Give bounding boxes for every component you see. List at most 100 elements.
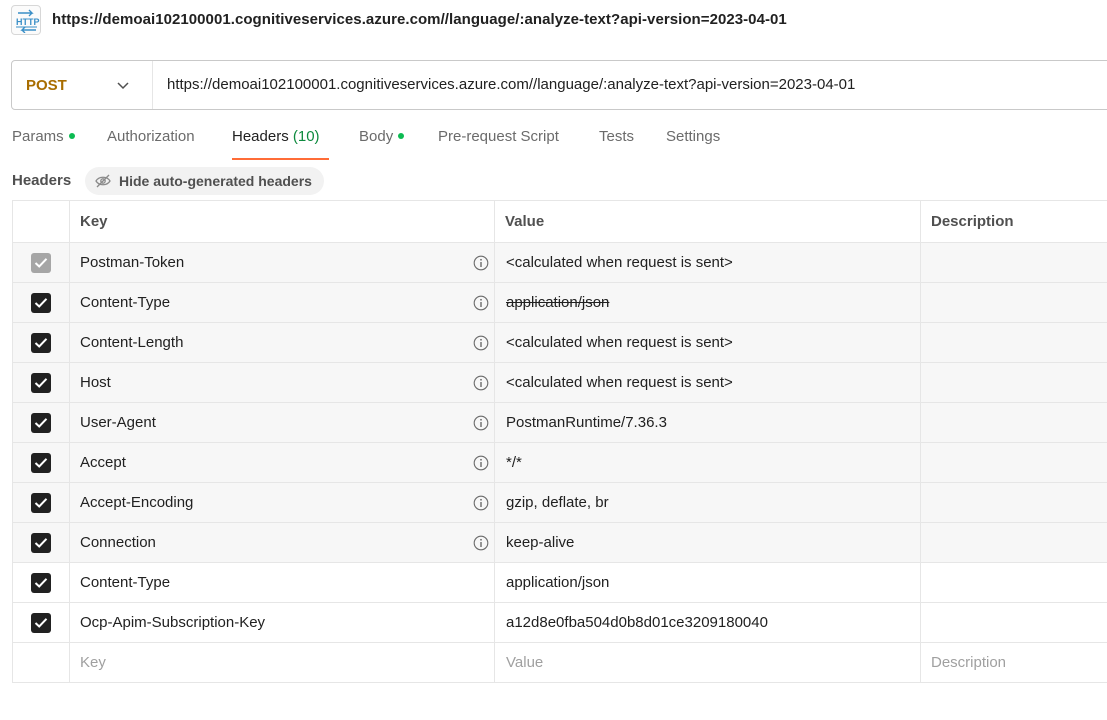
- header-key: Connection: [80, 534, 156, 551]
- checkmark-icon: [34, 297, 48, 308]
- row-checkbox-cell: [12, 362, 70, 403]
- new-row-checkbox-cell: [12, 642, 70, 683]
- header-description-cell[interactable]: [920, 602, 1107, 643]
- table-row: Ocp-Apim-Subscription-Key a12d8e0fba504d0…: [12, 602, 1107, 643]
- title-bar: HTTP https://demoai102100001.cognitivese…: [0, 0, 1107, 42]
- url-input[interactable]: https://demoai102100001.cognitiveservice…: [167, 76, 855, 93]
- header-description-cell[interactable]: [920, 442, 1107, 483]
- checkmark-icon: [34, 457, 48, 468]
- row-checkbox[interactable]: [31, 572, 51, 593]
- key-column-header: Key: [69, 200, 495, 243]
- info-icon[interactable]: [473, 335, 489, 355]
- tab-pre-request-script[interactable]: Pre-request Script: [438, 128, 559, 160]
- info-icon[interactable]: [473, 455, 489, 475]
- row-checkbox[interactable]: [31, 452, 51, 473]
- header-key: Host: [80, 374, 111, 391]
- tab-tests[interactable]: Tests: [599, 128, 634, 160]
- header-value-cell[interactable]: application/json: [494, 282, 921, 323]
- tab-label: Tests: [599, 128, 635, 145]
- new-value-input[interactable]: Value: [494, 642, 921, 683]
- header-value: <calculated when request is sent>: [506, 334, 733, 351]
- header-value: */*: [506, 454, 522, 471]
- row-checkbox-cell: [12, 282, 70, 323]
- row-checkbox[interactable]: [31, 412, 51, 433]
- header-description-cell[interactable]: [920, 282, 1107, 323]
- header-value-cell[interactable]: */*: [494, 442, 921, 483]
- header-value-cell[interactable]: <calculated when request is sent>: [494, 242, 921, 283]
- tab-label: Pre-request Script: [438, 128, 559, 145]
- checkmark-icon: [34, 537, 48, 548]
- header-value: gzip, deflate, br: [506, 494, 609, 511]
- method-label: POST: [26, 77, 67, 94]
- info-icon[interactable]: [473, 255, 489, 275]
- checkmark-icon: [34, 617, 48, 628]
- method-select[interactable]: POST: [12, 61, 153, 109]
- row-checkbox: [31, 252, 51, 273]
- header-key-cell[interactable]: Content-Length: [69, 322, 495, 363]
- header-key-cell[interactable]: Postman-Token: [69, 242, 495, 283]
- checkmark-icon: [34, 417, 48, 428]
- table-row: Content-Length <calculated when request i…: [12, 322, 1107, 363]
- header-description-cell[interactable]: [920, 362, 1107, 403]
- row-checkbox[interactable]: [31, 532, 51, 553]
- new-key-input[interactable]: Key: [69, 642, 495, 683]
- header-description-cell[interactable]: [920, 522, 1107, 563]
- row-checkbox[interactable]: [31, 612, 51, 633]
- table-row: Postman-Token <calculated when request is…: [12, 242, 1107, 283]
- tab-settings[interactable]: Settings: [666, 128, 720, 160]
- header-key-cell[interactable]: Ocp-Apim-Subscription-Key: [69, 602, 495, 643]
- new-description-input[interactable]: Description: [920, 642, 1107, 683]
- info-icon[interactable]: [473, 375, 489, 395]
- header-value-cell[interactable]: a12d8e0fba504d0b8d01ce3209180040: [494, 602, 921, 643]
- header-value-cell[interactable]: <calculated when request is sent>: [494, 362, 921, 403]
- checkmark-icon: [34, 337, 48, 348]
- info-icon[interactable]: [473, 295, 489, 315]
- header-key-cell[interactable]: Accept: [69, 442, 495, 483]
- header-value: application/json: [506, 294, 610, 311]
- header-description-cell[interactable]: [920, 562, 1107, 603]
- header-value-cell[interactable]: application/json: [494, 562, 921, 603]
- http-icon: HTTP: [11, 5, 41, 35]
- row-checkbox[interactable]: [31, 332, 51, 353]
- tab-authorization[interactable]: Authorization: [107, 128, 195, 160]
- checkbox-column-header: [12, 200, 70, 243]
- tab-body[interactable]: Body: [359, 128, 405, 160]
- tab-count: (10): [292, 128, 320, 145]
- header-key-cell[interactable]: Content-Type: [69, 282, 495, 323]
- header-value: keep-alive: [506, 534, 575, 551]
- header-key-cell[interactable]: Content-Type: [69, 562, 495, 603]
- row-checkbox-cell: [12, 402, 70, 443]
- header-value-cell[interactable]: <calculated when request is sent>: [494, 322, 921, 363]
- request-title[interactable]: https://demoai102100001.cognitiveservice…: [52, 11, 787, 28]
- tab-params[interactable]: Params: [12, 128, 75, 160]
- header-value-cell[interactable]: PostmanRuntime/7.36.3: [494, 402, 921, 443]
- key-placeholder: Key: [80, 654, 106, 671]
- info-icon[interactable]: [473, 535, 489, 555]
- table-row: Accept */*: [12, 442, 1107, 483]
- tab-headers[interactable]: Headers (10): [232, 128, 329, 160]
- chevron-down-icon: [117, 82, 129, 90]
- header-description-cell[interactable]: [920, 482, 1107, 523]
- info-icon[interactable]: [473, 495, 489, 515]
- description-placeholder: Description: [931, 654, 1007, 671]
- new-header-row: Key Value Description: [12, 642, 1107, 683]
- row-checkbox[interactable]: [31, 292, 51, 313]
- header-value-cell[interactable]: gzip, deflate, br: [494, 482, 921, 523]
- row-checkbox[interactable]: [31, 372, 51, 393]
- header-value-cell[interactable]: keep-alive: [494, 522, 921, 563]
- info-icon[interactable]: [473, 415, 489, 435]
- modified-dot-icon: [398, 133, 405, 140]
- modified-dot-icon: [68, 133, 75, 140]
- header-key-cell[interactable]: Host: [69, 362, 495, 403]
- header-key: Ocp-Apim-Subscription-Key: [80, 614, 266, 631]
- header-key-cell[interactable]: Accept-Encoding: [69, 482, 495, 523]
- tab-label: Headers: [232, 128, 289, 145]
- header-description-cell[interactable]: [920, 242, 1107, 283]
- header-key-cell[interactable]: Connection: [69, 522, 495, 563]
- hide-auto-generated-headers-button[interactable]: Hide auto-generated headers: [85, 167, 324, 195]
- checkmark-icon: [34, 577, 48, 588]
- row-checkbox[interactable]: [31, 492, 51, 513]
- header-description-cell[interactable]: [920, 322, 1107, 363]
- header-key-cell[interactable]: User-Agent: [69, 402, 495, 443]
- header-description-cell[interactable]: [920, 402, 1107, 443]
